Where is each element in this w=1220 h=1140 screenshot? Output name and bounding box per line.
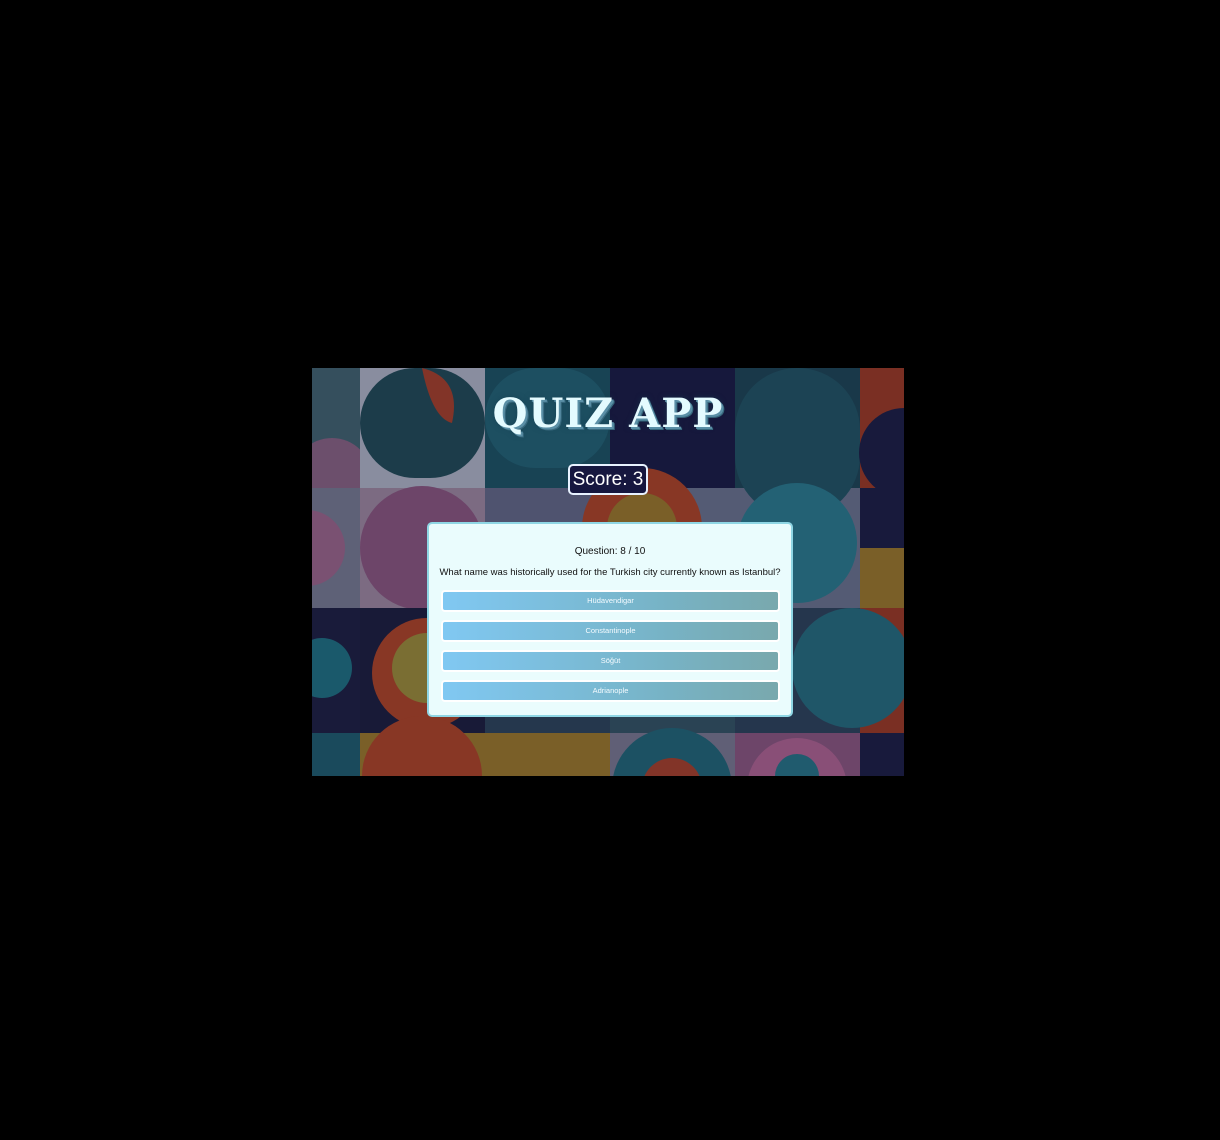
answer-button-1[interactable]: Hüdavendigar xyxy=(441,590,780,612)
question-card: Question: 8 / 10 What name was historica… xyxy=(427,522,793,717)
answer-button-3[interactable]: Söğüt xyxy=(441,650,780,672)
score-badge: Score: 3 xyxy=(568,464,648,495)
answer-button-2[interactable]: Constantinople xyxy=(441,620,780,642)
answer-list: Hüdavendigar Constantinople Söğüt Adrian… xyxy=(441,590,780,710)
answer-button-4[interactable]: Adrianople xyxy=(441,680,780,702)
question-text: What name was historically used for the … xyxy=(439,567,781,578)
app-title: QUIZ APP xyxy=(492,390,724,437)
quiz-viewport: QUIZ APP Score: 3 Question: 8 / 10 What … xyxy=(312,368,904,776)
question-counter: Question: 8 / 10 xyxy=(574,546,646,557)
